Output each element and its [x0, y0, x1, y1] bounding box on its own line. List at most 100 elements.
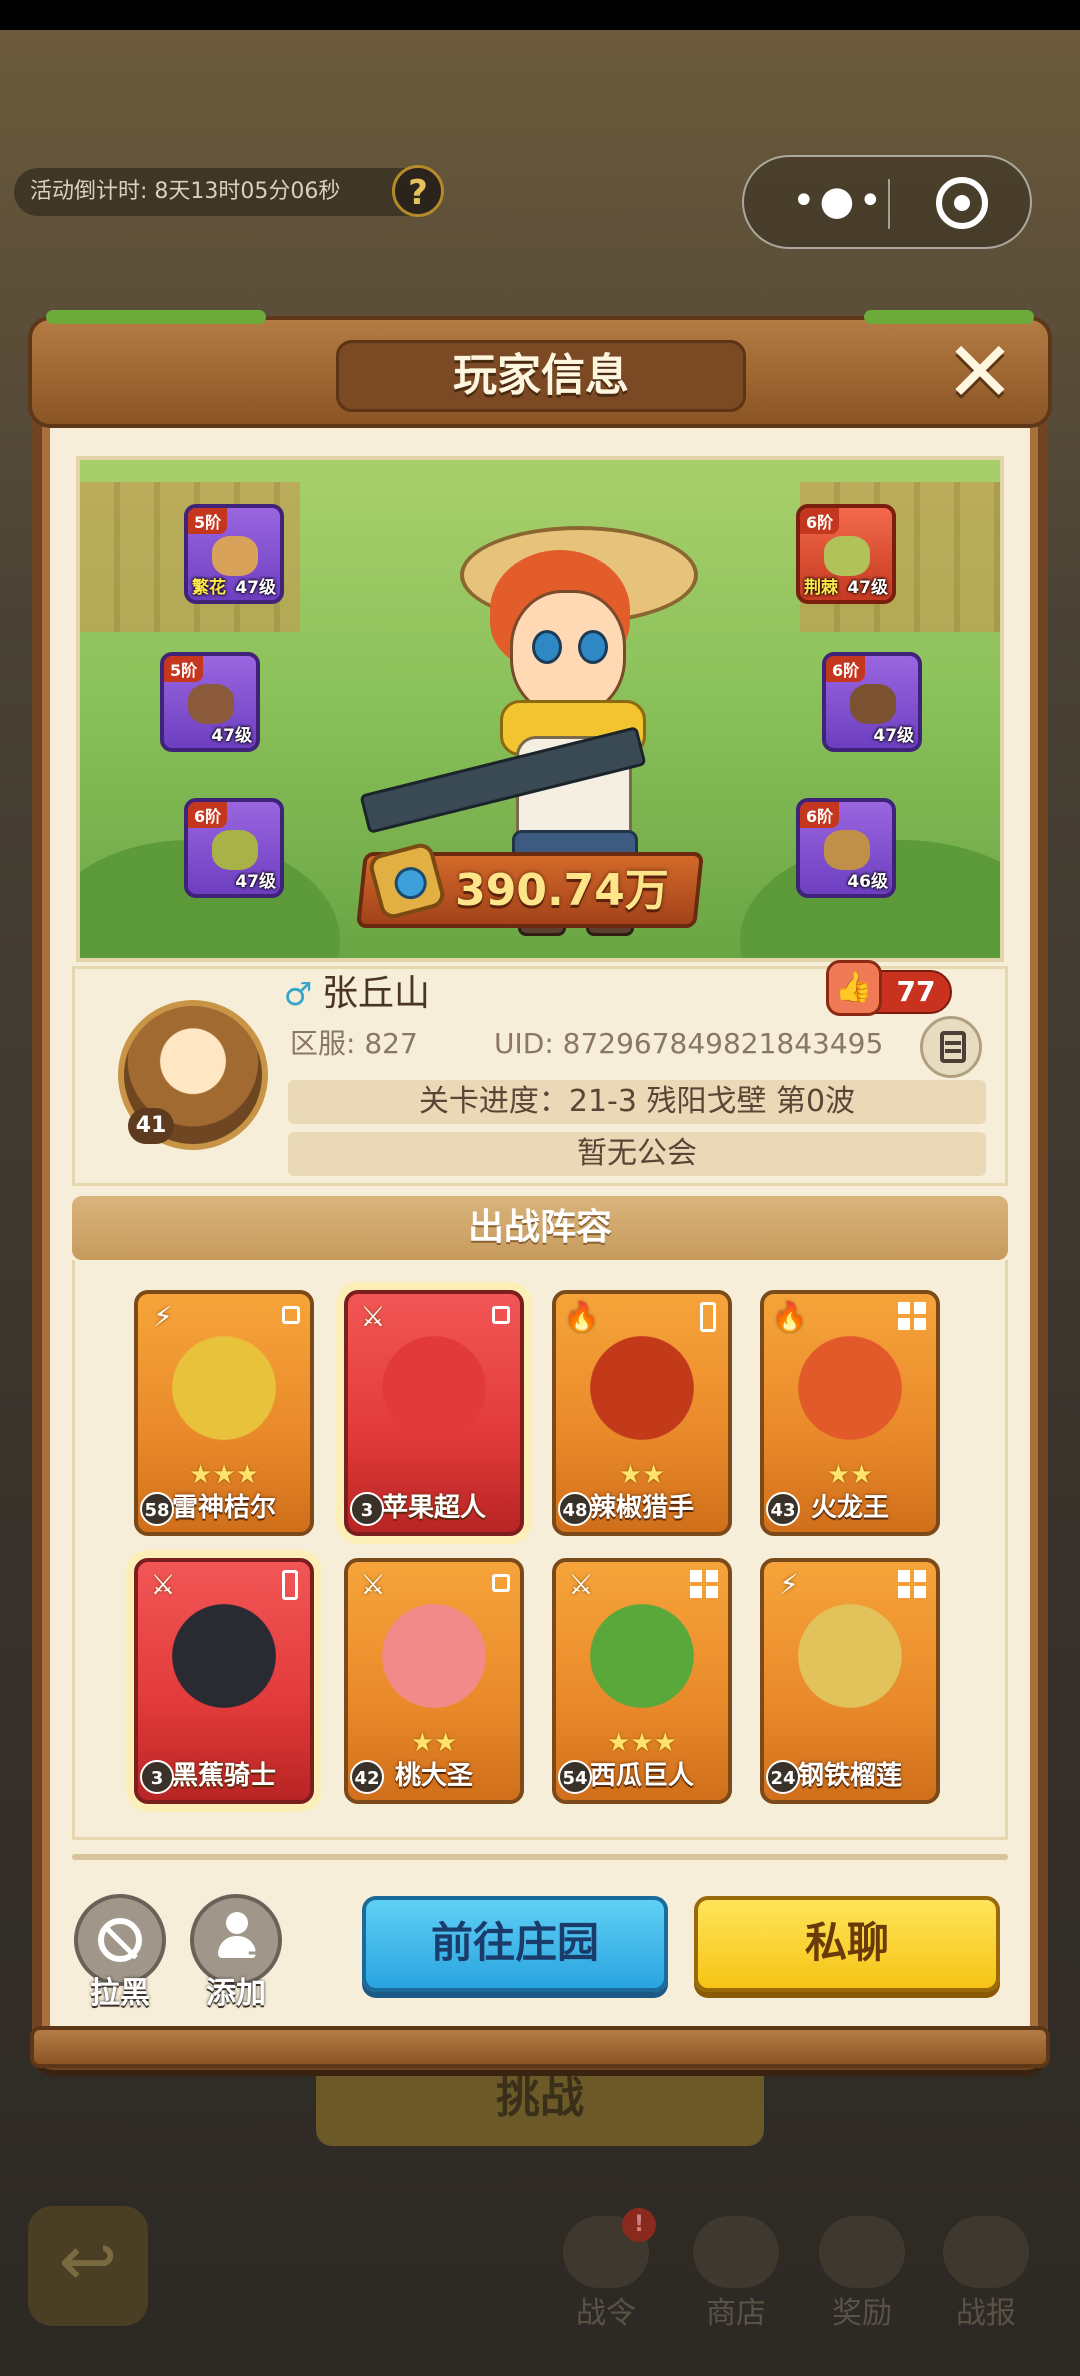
hero-card[interactable]: 🔥 ★★ 辣椒猎手 48: [552, 1290, 732, 1536]
hero-role-icon: ⚡: [779, 1568, 799, 1601]
hero-size-icon: [700, 1302, 716, 1332]
hero-portrait: [576, 1334, 708, 1454]
boots-icon: [824, 830, 870, 870]
hero-card[interactable]: ⚡ ★★★ 雷神桔尔 58: [134, 1290, 314, 1536]
private-chat-button[interactable]: 私聊: [694, 1896, 1000, 1992]
rewards-icon: [819, 2216, 905, 2288]
equip-level: 47级: [235, 872, 276, 892]
back-arrow-icon: ↩: [28, 2206, 148, 2326]
hero-card[interactable]: 🔥 ★★ 火龙王 43: [760, 1290, 940, 1536]
hero-card[interactable]: ⚡ 钢铁榴莲 24: [760, 1558, 940, 1804]
vest-icon: [824, 536, 870, 576]
equip-hat-slot[interactable]: 5阶 繁花 47级: [184, 504, 284, 604]
equip-belt-slot[interactable]: 6阶 47级: [822, 652, 922, 752]
hero-size-icon: [492, 1306, 510, 1324]
nav-battle-report: 战报: [936, 2216, 1036, 2332]
add-friend-icon: +: [218, 1912, 268, 1966]
person-head: [226, 1912, 248, 1934]
hero-card[interactable]: ⚔ 黑蕉骑士 3: [134, 1558, 314, 1804]
hero-portrait: [158, 1602, 290, 1722]
hero-card[interactable]: ⚔ ★★ 桃大圣 42: [344, 1558, 524, 1804]
status-bar: [0, 0, 1080, 30]
help-button[interactable]: ?: [392, 165, 444, 217]
nav-label: 奖励: [832, 2296, 892, 2331]
capsule-divider: [888, 179, 890, 229]
equip-level: 47级: [847, 578, 888, 598]
battle-report-icon: [943, 2216, 1029, 2288]
hero-role-icon: ⚔: [568, 1568, 594, 1601]
panel-title: 玩家信息: [336, 340, 746, 412]
hero-size-icon: [898, 1570, 928, 1600]
equip-level: 46级: [847, 872, 888, 892]
equip-tier: 6阶: [800, 508, 840, 534]
equip-tier: 5阶: [188, 508, 228, 534]
hero-size-icon: [282, 1570, 298, 1600]
shop-icon: [693, 2216, 779, 2288]
event-countdown: 活动倒计时: 8天13时05分06秒: [14, 168, 444, 216]
close-icon[interactable]: ✕: [940, 330, 1020, 414]
grass-decoration: [46, 310, 266, 324]
hero-level: 54: [558, 1760, 592, 1794]
hero-stars: ★★★: [189, 1460, 259, 1490]
hero-size-icon: [492, 1574, 510, 1592]
nav-label: 战报: [956, 2296, 1016, 2331]
close-miniprogram-icon[interactable]: [936, 177, 988, 229]
hero-portrait: [368, 1602, 500, 1722]
equip-level: 47级: [873, 726, 914, 746]
player-uid: UID: 8729678498218434​95: [494, 1027, 884, 1060]
equip-armor-slot[interactable]: 6阶 荆棘 47级: [796, 504, 896, 604]
equip-gloves-slot[interactable]: 5阶 47级: [160, 652, 260, 752]
hero-stars: ★★★: [607, 1728, 677, 1758]
hero-role-icon: ⚔: [360, 1568, 386, 1601]
equip-set-name: 荆棘: [804, 578, 838, 598]
more-icon[interactable]: •●•: [784, 175, 894, 231]
lineup-title: 出战阵容: [72, 1196, 1008, 1260]
male-icon: ♂: [283, 975, 313, 1013]
hero-portrait: [784, 1334, 916, 1454]
hero-size-icon: [690, 1570, 720, 1600]
divider: [72, 1854, 1008, 1860]
hero-stars: ★★: [410, 1728, 458, 1758]
hero-role-icon: ⚔: [150, 1568, 176, 1601]
nav-label: 商店: [706, 2296, 766, 2331]
plus-icon: +: [246, 1938, 268, 1968]
hero-level: 58: [140, 1492, 174, 1526]
nav-label: 战令: [576, 2296, 636, 2331]
guild-info: 暂无公会: [288, 1132, 986, 1176]
hero-size-icon: [898, 1302, 928, 1332]
hero-level: 48: [558, 1492, 592, 1526]
hero-role-icon: 🔥: [564, 1300, 599, 1333]
equip-tier: 5阶: [164, 656, 204, 682]
hero-card[interactable]: ⚔ ★★★ 西瓜巨人 54: [552, 1558, 732, 1804]
glove-icon: [188, 684, 234, 724]
hero-stars: ★★: [618, 1460, 666, 1490]
equip-boots-slot[interactable]: 6阶 46级: [796, 798, 896, 898]
server-id: 区服: 827: [290, 1027, 418, 1060]
hero-card[interactable]: ⚔ 苹果超人 3: [344, 1290, 524, 1536]
hero-portrait: [368, 1334, 500, 1454]
notification-badge: !: [622, 2208, 656, 2242]
hero-level: 42: [350, 1760, 384, 1794]
stage-progress: 关卡进度：21-3 残阳戈壁 第0波: [288, 1080, 986, 1124]
copy-uid-icon[interactable]: [920, 1016, 982, 1078]
equip-tier: 6阶: [188, 802, 228, 828]
player-level-badge: 41: [128, 1108, 174, 1144]
visit-manor-button[interactable]: 前往庄园: [362, 1896, 668, 1992]
player-name: 张丘山: [322, 973, 431, 1014]
equip-pants-slot[interactable]: 6阶 47级: [184, 798, 284, 898]
block-icon: [98, 1918, 142, 1962]
like-count: 77: [896, 975, 936, 1008]
add-friend-label: 添加: [206, 1976, 266, 2011]
hero-role-icon: ⚔: [360, 1300, 386, 1333]
hero-role-icon: ⚡: [153, 1300, 173, 1333]
equip-level: 47级: [235, 578, 276, 598]
equip-set-name: 繁花: [192, 578, 226, 598]
hero-level: 3: [140, 1760, 174, 1794]
block-label: 拉黑: [90, 1976, 150, 2011]
combat-power: 390.74万: [455, 865, 669, 916]
thumbs-up-icon[interactable]: 👍: [826, 960, 882, 1016]
straw-hat-icon: [212, 536, 258, 576]
miniprogram-capsule: •●•: [742, 155, 1032, 249]
hero-stars: ★★: [826, 1460, 874, 1490]
hero-level: 24: [766, 1760, 800, 1794]
